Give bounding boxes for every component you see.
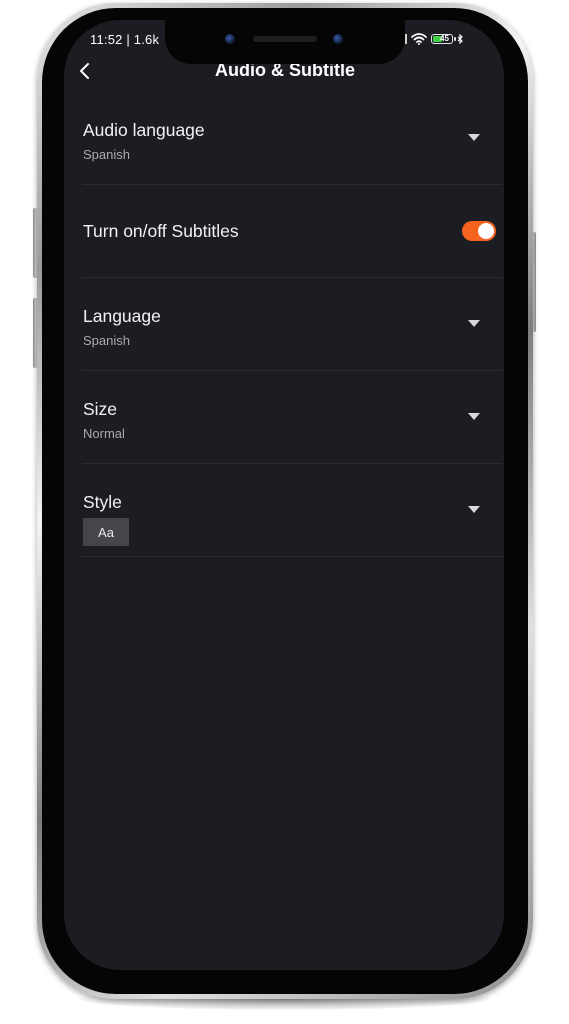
- style-label: Style: [83, 492, 122, 512]
- audio-language-label: Audio language: [83, 120, 205, 140]
- signal-icon: [405, 34, 407, 44]
- sensor-icon: [333, 34, 343, 44]
- setting-size[interactable]: Size Normal: [82, 371, 502, 464]
- subtitles-toggle-switch[interactable]: [462, 221, 496, 241]
- status-time: 11:52 | 1.6k: [90, 32, 160, 47]
- setting-subtitles-toggle[interactable]: Turn on/off Subtitles: [82, 185, 502, 278]
- subtitles-toggle-label: Turn on/off Subtitles: [83, 221, 239, 241]
- divider: [82, 556, 502, 557]
- dropdown-arrow-icon: [468, 413, 480, 420]
- status-icons: 45: [405, 30, 463, 48]
- size-value: Normal: [83, 426, 125, 441]
- back-button[interactable]: [72, 58, 96, 84]
- setting-style[interactable]: Style Aa: [82, 464, 502, 557]
- battery-level: 45: [440, 34, 449, 43]
- wifi-icon: [411, 33, 427, 45]
- dropdown-arrow-icon: [468, 134, 480, 141]
- setting-audio-language[interactable]: Audio language Spanish: [82, 108, 502, 185]
- audio-language-value: Spanish: [83, 147, 130, 162]
- front-camera-icon: [225, 34, 235, 44]
- phone-mockup-stage: 11:52 | 1.6k 45 Audio & Subtitle Audio l…: [0, 0, 569, 1024]
- earpiece-speaker: [253, 36, 317, 42]
- toggle-knob: [478, 223, 494, 239]
- size-label: Size: [83, 399, 118, 419]
- style-preview-chip: Aa: [83, 518, 129, 546]
- bluetooth-icon: [457, 34, 463, 44]
- chevron-left-icon: [80, 63, 89, 79]
- language-label: Language: [83, 306, 161, 326]
- battery-icon: 45: [431, 34, 456, 44]
- language-value: Spanish: [83, 333, 130, 348]
- dropdown-arrow-icon: [468, 320, 480, 327]
- setting-language[interactable]: Language Spanish: [82, 278, 502, 371]
- notch: [165, 18, 405, 64]
- dropdown-arrow-icon: [468, 506, 480, 513]
